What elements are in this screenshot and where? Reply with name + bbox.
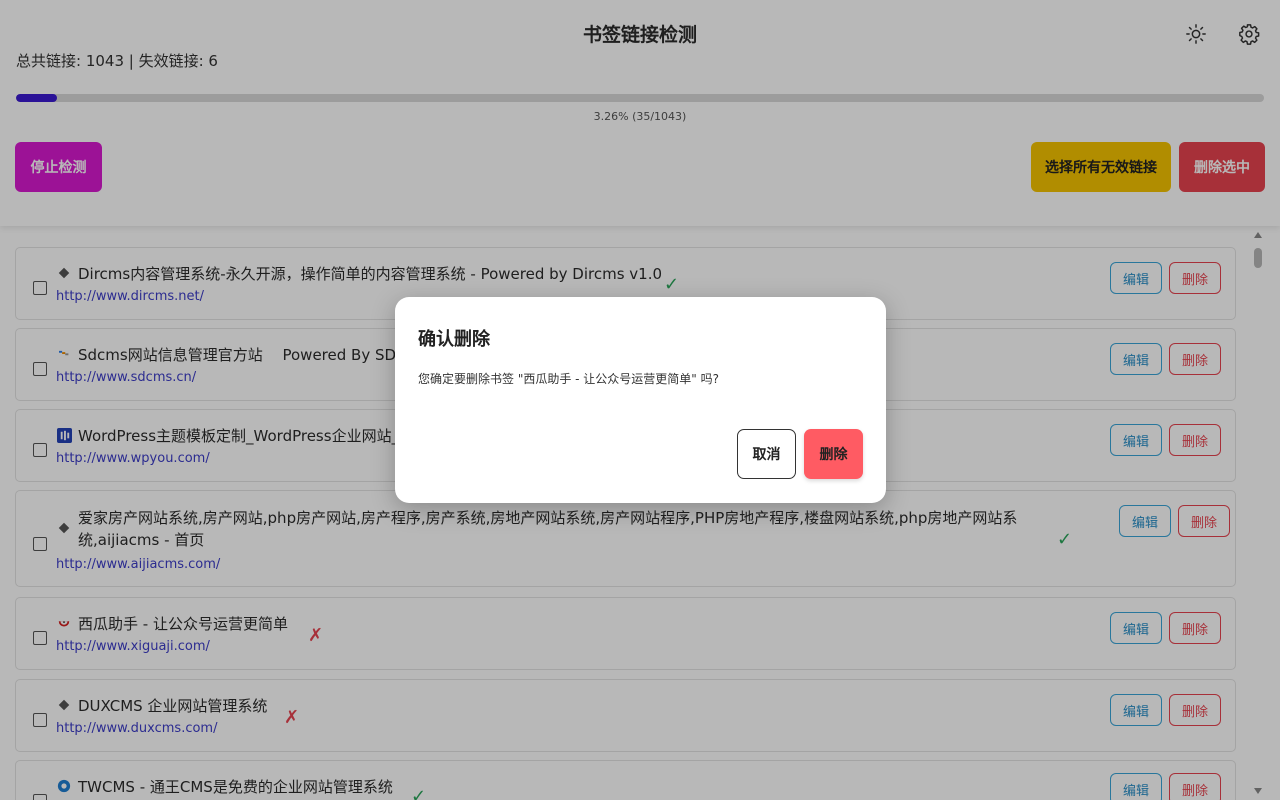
confirm-delete-dialog: 确认删除 您确定要删除书签 "西瓜助手 - 让公众号运营更简单" 吗? 取消 删…: [395, 297, 886, 503]
cancel-button[interactable]: 取消: [737, 429, 796, 479]
dialog-title: 确认删除: [418, 329, 490, 350]
confirm-delete-button[interactable]: 删除: [804, 429, 863, 479]
dialog-message: 您确定要删除书签 "西瓜助手 - 让公众号运营更简单" 吗?: [418, 372, 719, 386]
